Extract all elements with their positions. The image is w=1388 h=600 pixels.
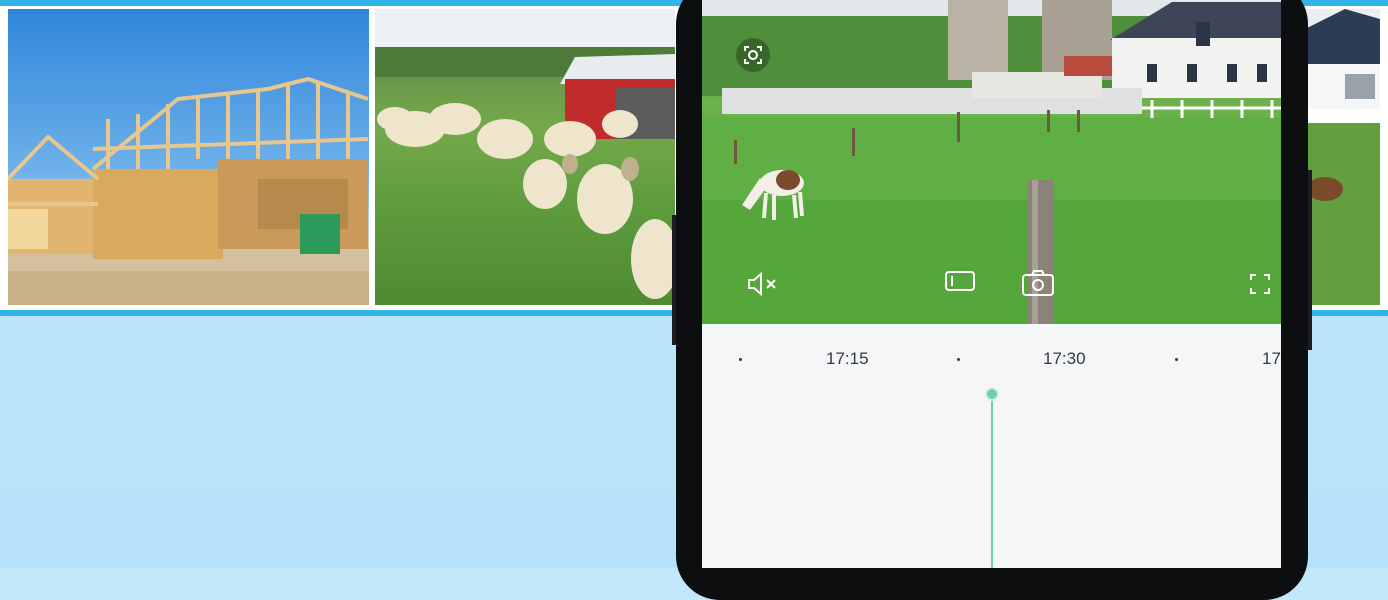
tick-label: 17 — [1262, 349, 1281, 368]
farm-peek-photo — [1305, 9, 1380, 305]
live-video-view[interactable] — [702, 0, 1281, 324]
camera-icon[interactable] — [1020, 268, 1056, 298]
fullscreen-icon[interactable] — [1246, 270, 1274, 298]
record-icon[interactable] — [942, 268, 978, 296]
phone-side-button — [672, 215, 676, 345]
phone-power-button — [1308, 170, 1312, 350]
tick-label: 17:30 — [1043, 349, 1086, 368]
timeline-cursor-handle[interactable] — [987, 389, 997, 399]
focus-icon[interactable] — [736, 38, 770, 72]
tick-dot — [957, 358, 960, 361]
mute-icon[interactable] — [746, 270, 782, 298]
construction-photo — [8, 9, 369, 305]
tick-dot — [739, 358, 742, 361]
phone-screen: 17:15 17:30 17 — [702, 0, 1281, 568]
farm-video-illustration — [702, 0, 1281, 324]
sheep-illustration — [375, 9, 675, 299]
tick-dot — [1175, 358, 1178, 361]
peek-illustration — [1305, 9, 1380, 305]
timeline-cursor-line[interactable] — [991, 394, 993, 568]
tick-label: 17:15 — [826, 349, 869, 368]
construction-illustration — [8, 76, 369, 305]
sheep-photo — [375, 9, 675, 305]
playback-timeline[interactable]: 17:15 17:30 17 — [702, 324, 1281, 568]
